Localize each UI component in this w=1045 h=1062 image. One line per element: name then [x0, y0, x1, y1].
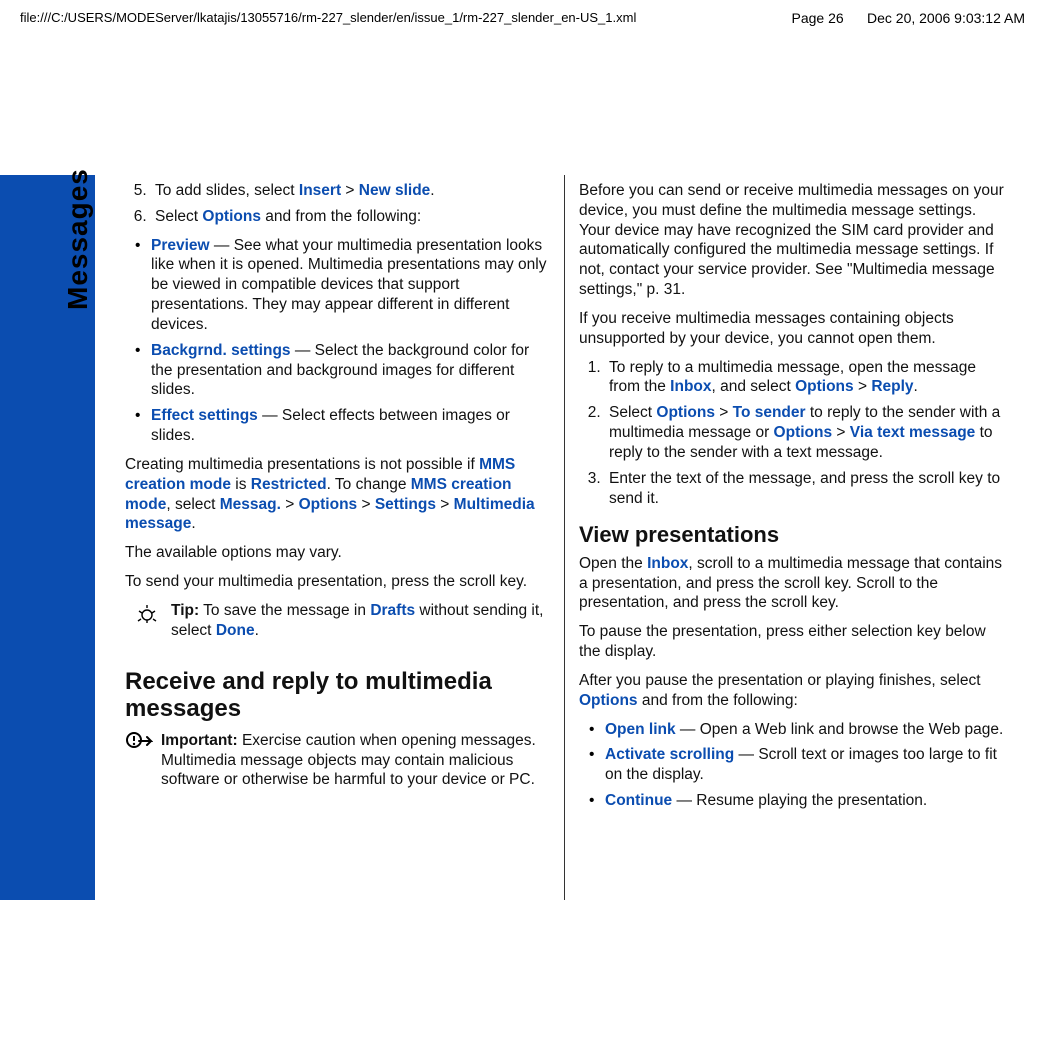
options-list: Preview — See what your multimedia prese… [125, 236, 554, 446]
kw-preview: Preview [151, 237, 210, 254]
heading-receive-reply: Receive and reply to multimedia messages [125, 668, 554, 723]
reply-step-3: Enter the text of the message, and press… [605, 469, 1008, 509]
para-pause: To pause the presentation, press either … [579, 622, 1008, 662]
kw-options-r: Options [795, 378, 854, 395]
tip: Tip: To save the message in Drafts witho… [135, 601, 554, 650]
option-open-link: Open link — Open a Web link and browse t… [589, 720, 1008, 740]
para-restricted: Creating multimedia presentations is not… [125, 455, 554, 534]
para-vary: The available options may vary. [125, 543, 554, 563]
heading-view-presentations: View presentations [579, 522, 1008, 547]
left-column: To add slides, select Insert > New slide… [95, 175, 564, 900]
para-unsupported: If you receive multimedia messages conta… [579, 309, 1008, 349]
option-preview: Preview — See what your multimedia prese… [135, 236, 554, 335]
kw-options-r4: Options [579, 692, 638, 709]
kw-open-link: Open link [605, 721, 676, 738]
option-backgrnd: Backgrnd. settings — Select the backgrou… [135, 341, 554, 400]
section-tab-label: Messages [62, 168, 94, 310]
kw-inbox-2: Inbox [647, 555, 688, 572]
kw-settings: Settings [375, 496, 436, 513]
kw-activate-scrolling: Activate scrolling [605, 746, 734, 763]
kw-inbox: Inbox [670, 378, 711, 395]
option-effect: Effect settings — Select effects between… [135, 406, 554, 446]
tip-label: Tip: [171, 602, 199, 619]
para-before-send: Before you can send or receive multimedi… [579, 181, 1008, 300]
option-continue: Continue — Resume playing the presentati… [589, 791, 1008, 811]
step-5: To add slides, select Insert > New slide… [151, 181, 554, 201]
kw-effect: Effect settings [151, 407, 258, 424]
kw-to-sender: To sender [733, 404, 806, 421]
kw-options: Options [202, 208, 261, 225]
para-send: To send your multimedia presentation, pr… [125, 572, 554, 592]
kw-drafts: Drafts [370, 602, 415, 619]
file-path: file:///C:/USERS/MODEServer/lkatajis/130… [20, 10, 636, 26]
steps-list: To add slides, select Insert > New slide… [125, 181, 554, 227]
kw-options-r3: Options [774, 424, 833, 441]
kw-options-2: Options [299, 496, 358, 513]
kw-insert: Insert [299, 182, 341, 199]
kw-via-text: Via text message [850, 424, 976, 441]
page-number: 26 [40, 1036, 64, 1062]
step-6: Select Options and from the following: [151, 207, 554, 227]
reply-steps: To reply to a multimedia message, open t… [579, 358, 1008, 509]
reply-step-2: Select Options > To sender to reply to t… [605, 403, 1008, 462]
option-activate-scrolling: Activate scrolling — Scroll text or imag… [589, 745, 1008, 785]
kw-continue: Continue [605, 792, 672, 809]
kw-messag: Messag. [220, 496, 281, 513]
important-text: Important: Exercise caution when opening… [161, 731, 554, 790]
print-header: file:///C:/USERS/MODEServer/lkatajis/130… [20, 10, 1025, 26]
kw-options-r2: Options [656, 404, 715, 421]
important-icon [125, 731, 153, 753]
kw-reply: Reply [871, 378, 913, 395]
after-options-list: Open link — Open a Web link and browse t… [579, 720, 1008, 811]
right-column: Before you can send or receive multimedi… [564, 175, 1020, 900]
tip-icon [135, 601, 159, 625]
important-label: Important: [161, 732, 238, 749]
kw-backgrnd: Backgrnd. settings [151, 342, 291, 359]
kw-done: Done [216, 622, 255, 639]
important: Important: Exercise caution when opening… [125, 731, 554, 799]
reply-step-1: To reply to a multimedia message, open t… [605, 358, 1008, 398]
content: To add slides, select Insert > New slide… [95, 175, 1020, 900]
print-datetime: Dec 20, 2006 9:03:12 AM [867, 10, 1025, 26]
para-open-pres: Open the Inbox, scroll to a multimedia m… [579, 554, 1008, 613]
page-indicator: Page 26 [791, 10, 843, 26]
kw-new-slide: New slide [359, 182, 431, 199]
tip-text: Tip: To save the message in Drafts witho… [171, 601, 554, 641]
kw-restricted: Restricted [251, 476, 327, 493]
para-after-pause: After you pause the presentation or play… [579, 671, 1008, 711]
